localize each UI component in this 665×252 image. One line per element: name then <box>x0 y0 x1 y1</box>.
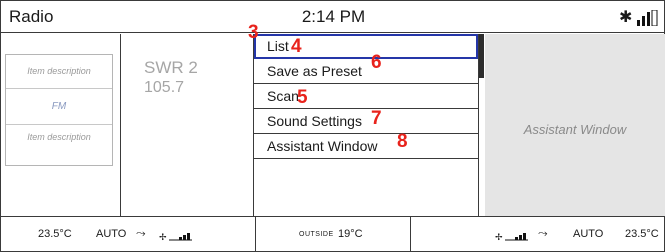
right-seat-heat-icon[interactable]: ⤳ <box>538 226 548 241</box>
signal-strength-icon <box>637 10 658 26</box>
station-name: SWR 2 <box>144 58 198 77</box>
right-temperature[interactable]: 23.5°C <box>625 228 659 240</box>
climate-divider-left <box>255 217 256 252</box>
climate-divider-right <box>410 217 411 252</box>
source-fm[interactable]: FM <box>6 89 112 125</box>
menu-item-assistant-window[interactable]: Assistant Window <box>254 134 478 159</box>
status-bar: Radio 2:14 PM ✱ <box>1 1 665 33</box>
outside-label: OUTSIDE <box>299 231 334 238</box>
radio-menu: List Save as Preset Scan Sound Settings … <box>253 34 479 216</box>
assistant-window-panel[interactable]: Assistant Window <box>485 34 665 216</box>
outside-temperature: 19°C <box>338 228 363 240</box>
source-panel: Item description FM Item description <box>1 34 121 216</box>
menu-scrollbar[interactable] <box>479 34 484 78</box>
right-auto-mode[interactable]: AUTO <box>573 228 603 240</box>
left-seat-heat-icon[interactable]: ⤳ <box>136 226 146 241</box>
station-info: SWR 2 105.7 <box>122 34 252 216</box>
annotation-marker-assistant-window: 8 <box>397 131 408 152</box>
annotation-marker-sound-settings: 7 <box>371 108 382 129</box>
left-auto-mode[interactable]: AUTO <box>96 228 126 240</box>
annotation-marker-save-preset: 6 <box>371 52 382 73</box>
assistant-window-label: Assistant Window <box>523 122 627 137</box>
source-card: Item description FM Item description <box>5 54 113 166</box>
left-temperature[interactable]: 23.5°C <box>38 228 72 240</box>
left-fan-speed-icon[interactable]: ✢ <box>159 231 193 241</box>
menu-item-scan[interactable]: Scan <box>254 84 478 109</box>
svg-text:✢: ✢ <box>159 233 167 241</box>
clock: 2:14 PM <box>301 7 366 26</box>
bluetooth-icon: ✱ <box>619 7 633 26</box>
item-description-top[interactable]: Item description <box>6 55 112 89</box>
svg-text:✢: ✢ <box>495 233 503 241</box>
right-fan-speed-icon[interactable]: ✢ <box>495 231 529 241</box>
annotation-marker-scan: 5 <box>297 87 308 108</box>
item-description-bottom[interactable]: Item description <box>6 125 112 165</box>
station-frequency: 105.7 <box>144 79 185 96</box>
menu-item-list[interactable]: List <box>254 34 478 59</box>
climate-bar: 23.5°C AUTO ⤳ ✢ OUTSIDE 19°C ✢ ⤳ AUTO 23… <box>1 216 665 252</box>
menu-item-save-preset[interactable]: Save as Preset <box>254 59 478 84</box>
app-frame: Radio 2:14 PM ✱ Item description FM Item… <box>0 0 665 252</box>
annotation-marker-list: 4 <box>291 36 302 57</box>
annotation-marker-selection: 3 <box>248 22 259 43</box>
menu-item-sound-settings[interactable]: Sound Settings <box>254 109 478 134</box>
